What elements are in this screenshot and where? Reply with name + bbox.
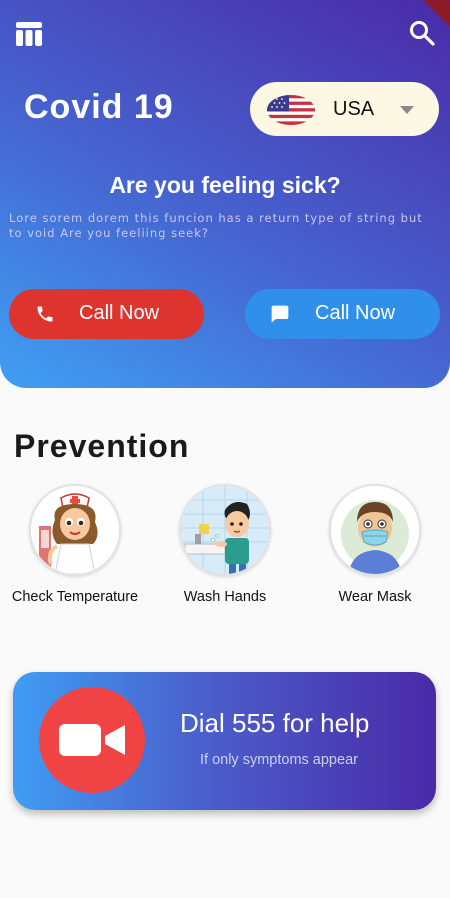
country-dropdown[interactable]: USA — [250, 82, 439, 136]
prevention-item-temperature[interactable]: Check Temperature — [0, 484, 150, 605]
hero-description: Lore sorem dorem this funcion has a retu… — [9, 211, 423, 240]
wash-hands-illustration-icon — [179, 484, 271, 576]
call-now-label: Call Now — [79, 302, 160, 324]
prevention-label: Wash Hands — [183, 589, 267, 605]
prevention-item-wear-mask[interactable]: Wear Mask — [300, 484, 450, 605]
chevron-down-icon — [400, 106, 414, 114]
prevention-title: Prevention — [14, 428, 190, 464]
usa-flag-icon — [267, 95, 315, 125]
dashboard-icon[interactable] — [16, 22, 42, 46]
chat-icon — [271, 305, 289, 323]
call-now-label: Call Now — [315, 302, 396, 324]
call-now-chat-button[interactable]: Call Now — [245, 289, 440, 339]
video-call-button[interactable] — [39, 687, 145, 793]
mask-illustration-icon — [329, 484, 421, 576]
sick-question: Are you feeling sick? — [109, 172, 341, 198]
app-title: Covid 19 — [24, 88, 174, 126]
prevention-label: Wear Mask — [338, 589, 412, 605]
help-card[interactable]: Dial 555 for help If only symptoms appea… — [13, 672, 436, 810]
help-title: Dial 555 for help — [180, 708, 370, 738]
header-banner: Covid 19 USA Are you feeling sick? Lore … — [0, 0, 450, 388]
country-label: USA — [333, 98, 375, 120]
phone-icon — [37, 306, 53, 322]
prevention-label: Check Temperature — [11, 589, 139, 605]
search-icon[interactable] — [409, 20, 435, 46]
call-now-button[interactable]: Call Now — [9, 289, 204, 339]
nurse-illustration-icon — [29, 484, 121, 576]
video-camera-icon — [59, 724, 125, 756]
help-subtitle: If only symptoms appear — [200, 752, 358, 768]
prevention-item-wash-hands[interactable]: Wash Hands — [150, 484, 300, 605]
